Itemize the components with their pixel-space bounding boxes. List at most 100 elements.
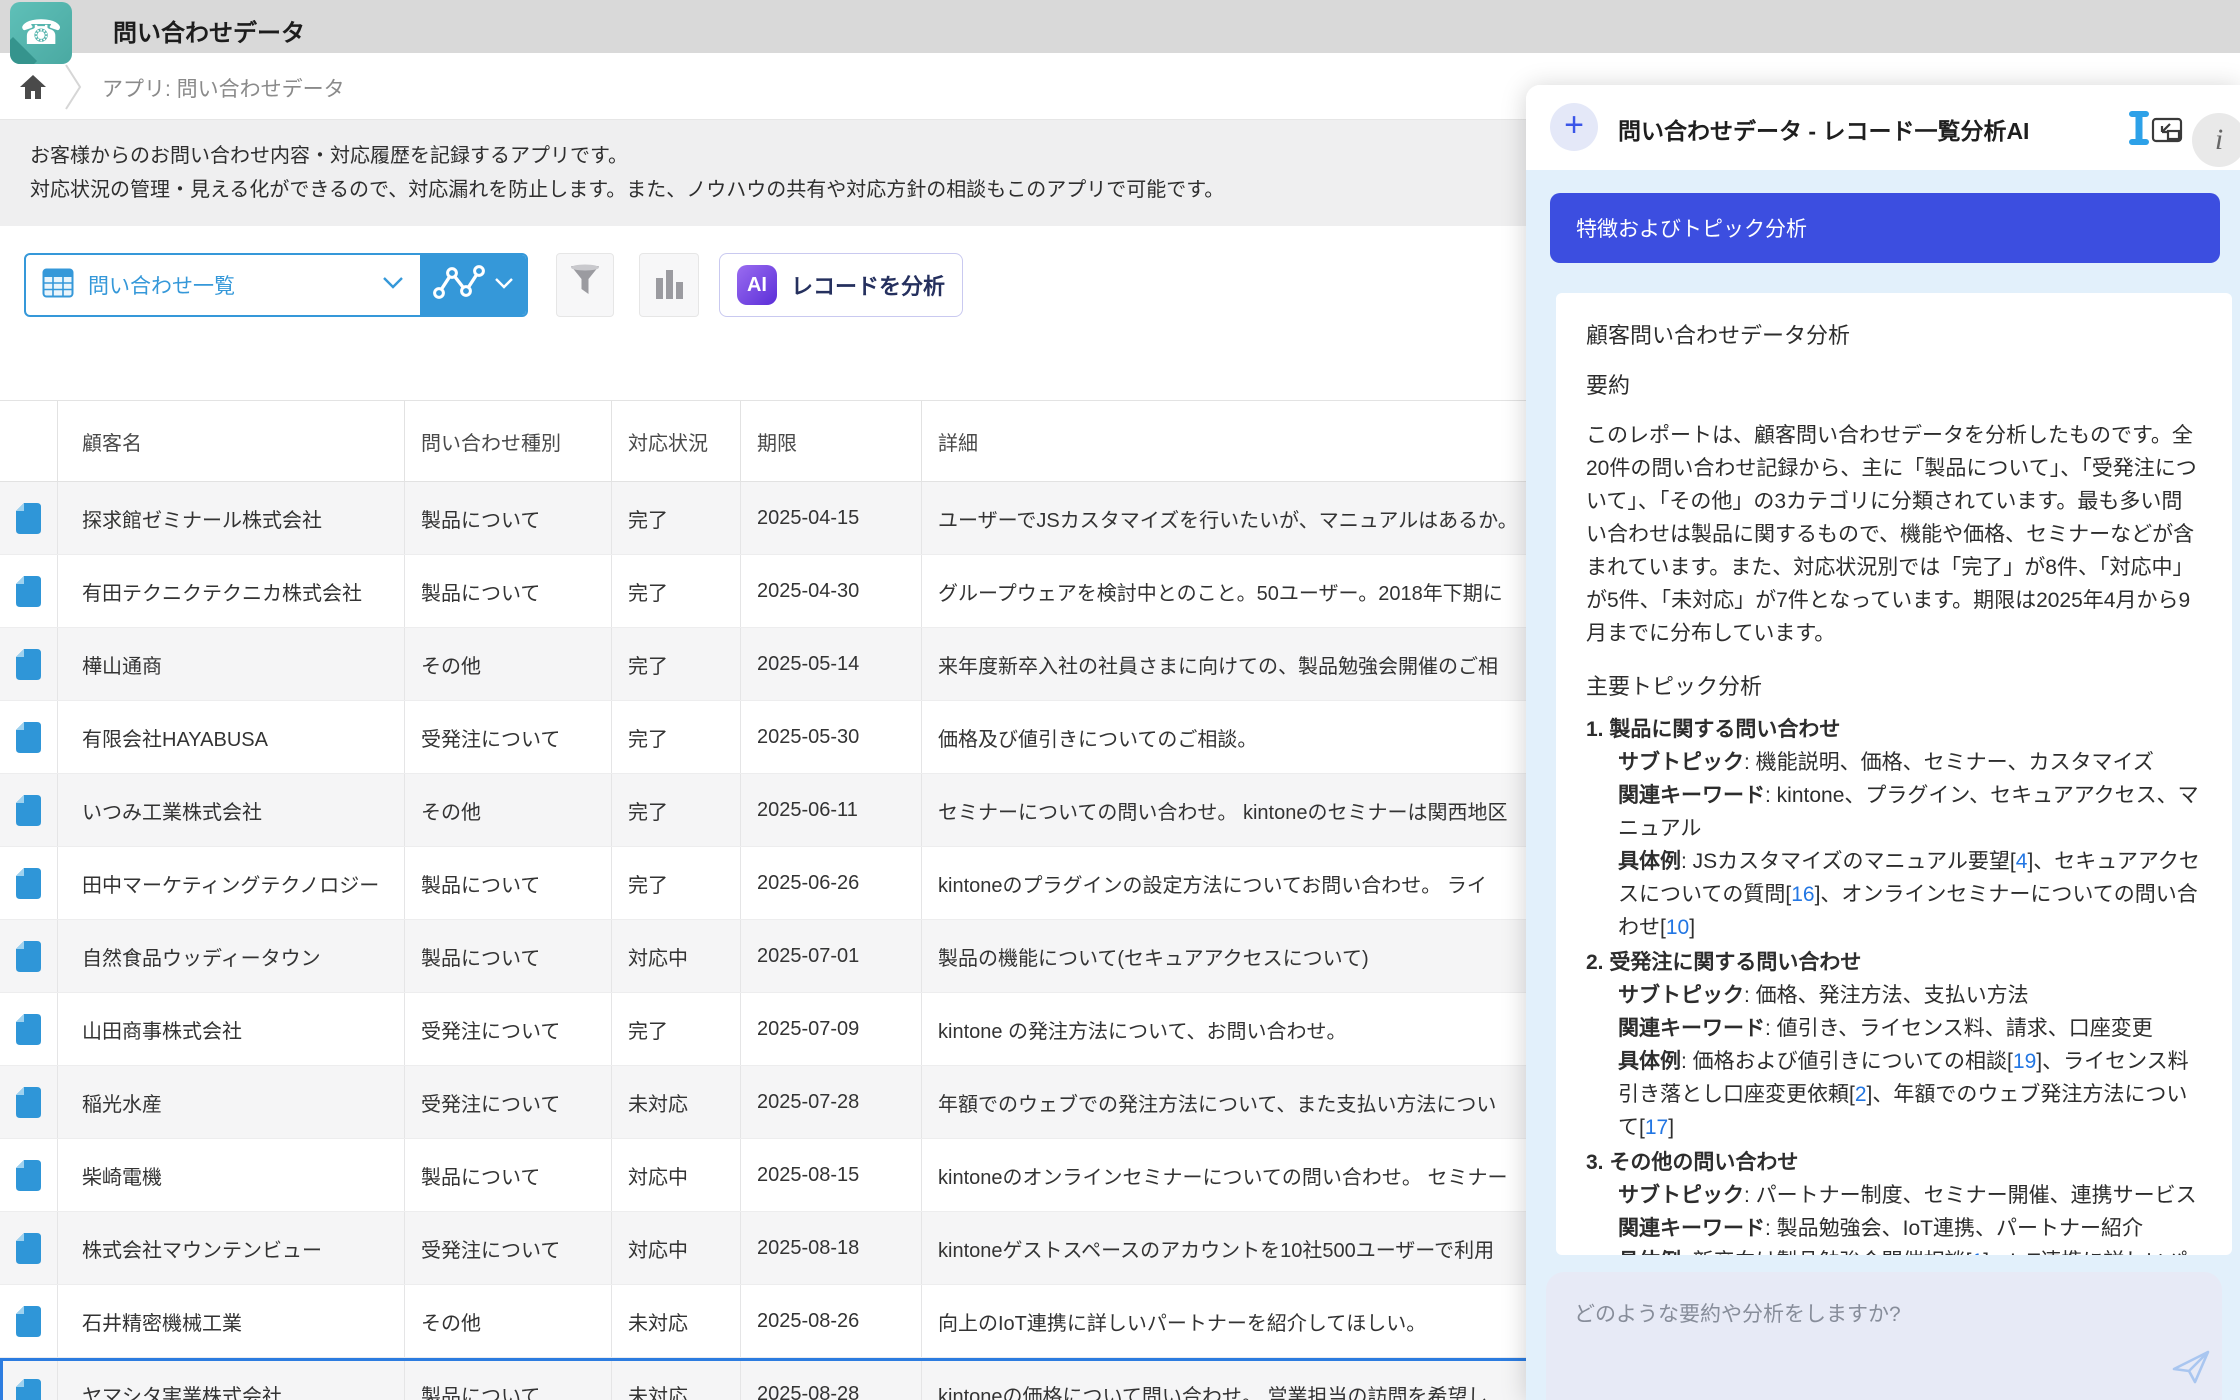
text-cursor-icon [2128, 111, 2150, 150]
info-icon[interactable]: i [2192, 113, 2240, 167]
record-link-cell[interactable] [0, 993, 57, 1065]
inquiry-type-cell: その他 [404, 628, 611, 700]
view-selector[interactable]: 問い合わせ一覧 [24, 253, 528, 317]
citation-link[interactable]: 16 [1791, 883, 1814, 906]
inquiry-type-cell: 受発注について [404, 1066, 611, 1138]
customer-name-cell: 樺山通商 [57, 628, 404, 700]
record-link-cell[interactable] [0, 1212, 57, 1284]
inquiry-type-cell: その他 [404, 774, 611, 846]
record-icon[interactable] [16, 1379, 41, 1400]
breadcrumb[interactable]: アプリ: 問い合わせデータ [102, 73, 345, 103]
bar-chart-icon [654, 265, 684, 306]
topic-keywords: 関連キーワード: kintone、プラグイン、セキュアアクセス、マニュアル [1618, 779, 2202, 845]
app-header: 問い合わせデータ [0, 0, 2240, 53]
inquiry-type-cell: 受発注について [404, 1212, 611, 1284]
record-icon[interactable] [16, 1160, 41, 1191]
status-cell: 完了 [611, 555, 740, 627]
topic-block: 3. その他の問い合わせサブトピック: パートナー制度、セミナー開催、連携サービ… [1586, 1146, 2202, 1255]
topic-examples: 具体例: JSカスタマイズのマニュアル要望[4]、セキュアアクセスについての質問… [1618, 845, 2202, 944]
status-cell: 対応中 [611, 1139, 740, 1211]
inquiry-type-cell: 受発注について [404, 701, 611, 773]
citation-link[interactable]: 4 [2016, 850, 2028, 873]
view-graph-button[interactable] [420, 255, 526, 315]
funnel-icon [568, 264, 602, 307]
kintone-app-screen: 問い合わせデータ ☎ アプリ: 問い合わせデータ i お客様からのお問い合わせ内… [0, 0, 2240, 1400]
topic-subtopics: サブトピック: 価格、発注方法、支払い方法 [1618, 979, 2202, 1012]
due-date-cell: 2025-04-15 [740, 482, 921, 554]
due-date-cell: 2025-08-28 [740, 1358, 921, 1400]
topic-block: 1. 製品に関する問い合わせサブトピック: 機能説明、価格、セミナー、カスタマイ… [1586, 713, 2202, 944]
status-cell: 完了 [611, 628, 740, 700]
citation-link[interactable]: 2 [1855, 1083, 1867, 1106]
app-title: 問い合わせデータ [113, 13, 305, 48]
status-cell: 完了 [611, 847, 740, 919]
inquiry-type-cell: 製品について [404, 1358, 611, 1400]
topic-title: 2. 受発注に関する問い合わせ [1586, 946, 2202, 979]
citation-link[interactable]: 10 [1666, 916, 1689, 939]
topic-examples: 具体例: 新卒向け製品勉強会開催相談[1]、IoT連携に詳しいパートナー紹介依頼… [1618, 1245, 2202, 1255]
analysis-input[interactable]: どのような要約や分析をしますか? [1546, 1272, 2222, 1400]
topic-block: 2. 受発注に関する問い合わせサブトピック: 価格、発注方法、支払い方法関連キー… [1586, 946, 2202, 1144]
record-icon[interactable] [16, 1087, 41, 1118]
home-icon[interactable] [18, 73, 48, 101]
record-icon[interactable] [16, 868, 41, 899]
send-icon[interactable] [2170, 1348, 2212, 1388]
info-glyph: i [2215, 123, 2223, 157]
due-date-cell: 2025-05-30 [740, 701, 921, 773]
record-link-cell[interactable] [0, 1285, 57, 1357]
record-link-cell[interactable] [0, 701, 57, 773]
record-icon[interactable] [16, 1306, 41, 1337]
customer-name-cell: 自然食品ウッディータウン [57, 920, 404, 992]
status-cell: 完了 [611, 482, 740, 554]
citation-link[interactable]: 19 [2013, 1050, 2036, 1073]
new-chat-button[interactable]: + [1550, 103, 1598, 151]
view-selector-current[interactable]: 問い合わせ一覧 [26, 255, 420, 315]
inquiry-type-cell: 受発注について [404, 993, 611, 1065]
phone-icon: ☎ [20, 16, 62, 50]
record-icon[interactable] [16, 722, 41, 753]
citation-link[interactable]: 17 [1645, 1116, 1668, 1139]
record-link-cell[interactable] [0, 482, 57, 554]
customer-name-cell: 有限会社HAYABUSA [57, 701, 404, 773]
record-link-cell[interactable] [0, 1139, 57, 1211]
icon-column-header [0, 401, 57, 481]
inquiry-type-cell: 製品について [404, 482, 611, 554]
popout-icon[interactable] [2148, 111, 2186, 149]
app-icon: ☎ [10, 2, 72, 64]
record-link-cell[interactable] [0, 628, 57, 700]
status-cell: 対応中 [611, 920, 740, 992]
panel-title: 問い合わせデータ - レコード一覧分析AI [1618, 112, 2029, 146]
input-placeholder: どのような要約や分析をしますか? [1574, 1303, 1901, 1326]
due-date-cell: 2025-05-14 [740, 628, 921, 700]
citation-link[interactable]: 1 [1972, 1250, 1984, 1255]
record-icon[interactable] [16, 576, 41, 607]
record-icon[interactable] [16, 503, 41, 534]
record-link-cell[interactable] [0, 920, 57, 992]
topic-title: 3. その他の問い合わせ [1586, 1146, 2202, 1179]
chevron-down-icon [494, 276, 514, 294]
topics-heading: 主要トピック分析 [1586, 670, 2202, 703]
chat-area: 特徴およびトピック分析 顧客問い合わせデータ分析 要約 このレポートは、顧客問い… [1526, 170, 2240, 1400]
record-link-cell[interactable] [0, 774, 57, 846]
record-link-cell[interactable] [0, 1358, 57, 1400]
filter-button[interactable] [556, 253, 614, 317]
due-date-cell: 2025-06-26 [740, 847, 921, 919]
record-link-cell[interactable] [0, 1066, 57, 1138]
due-date-cell: 2025-07-09 [740, 993, 921, 1065]
analyze-records-button[interactable]: AI レコードを分析 [719, 253, 963, 317]
record-icon[interactable] [16, 1014, 41, 1045]
report-title: 顧客問い合わせデータ分析 [1586, 319, 2202, 352]
record-link-cell[interactable] [0, 847, 57, 919]
user-message-bubble: 特徴およびトピック分析 [1550, 193, 2220, 263]
column-header-due: 期限 [740, 401, 921, 481]
topic-title: 1. 製品に関する問い合わせ [1586, 713, 2202, 746]
topic-subtopics: サブトピック: 機能説明、価格、セミナー、カスタマイズ [1618, 746, 2202, 779]
record-icon[interactable] [16, 1233, 41, 1264]
inquiry-type-cell: 製品について [404, 920, 611, 992]
record-link-cell[interactable] [0, 555, 57, 627]
record-icon[interactable] [16, 941, 41, 972]
record-icon[interactable] [16, 649, 41, 680]
record-icon[interactable] [16, 795, 41, 826]
customer-name-cell: 石井精密機械工業 [57, 1285, 404, 1357]
chart-button[interactable] [639, 253, 699, 317]
